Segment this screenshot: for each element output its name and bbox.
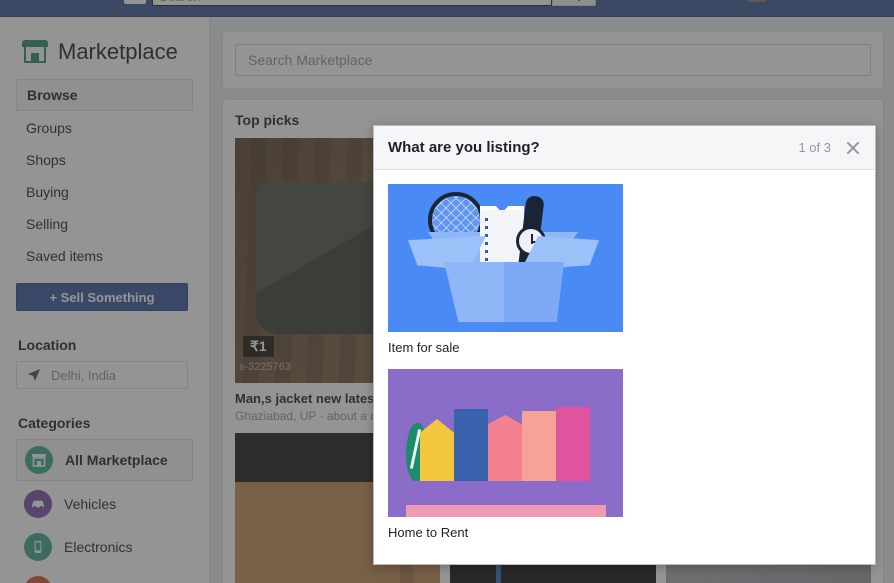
modal-body: Item for sale Home to Rent [374,170,875,564]
open-box-illustration [388,184,623,332]
modal-step-indicator: 1 of 3 [798,140,831,155]
listing-type-modal: What are you listing? 1 of 3 Item for sa… [373,125,876,565]
option-home-to-rent[interactable]: Home to Rent [388,369,861,540]
row-of-houses-illustration [388,369,623,517]
marketplace-page: Marketplace Browse Groups Shops Buying S… [0,0,894,583]
modal-header: What are you listing? 1 of 3 [374,126,875,170]
close-icon[interactable] [845,140,861,156]
modal-title: What are you listing? [388,139,540,156]
option-label: Item for sale [388,340,460,355]
option-label: Home to Rent [388,525,469,540]
option-item-for-sale[interactable]: Item for sale [388,184,861,355]
